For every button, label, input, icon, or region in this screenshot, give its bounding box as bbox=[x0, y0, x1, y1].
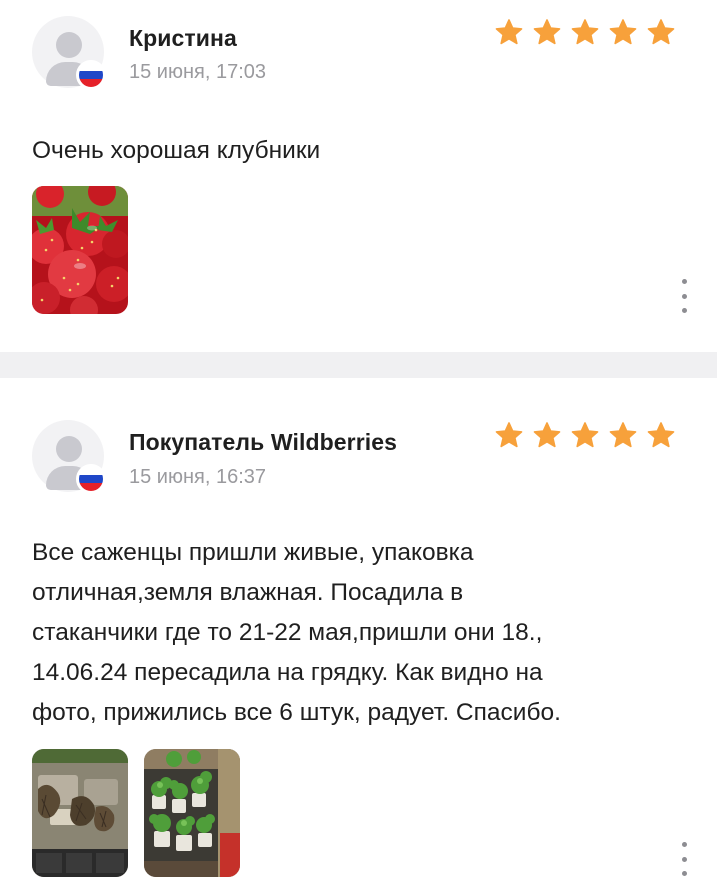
more-vertical-icon-dot bbox=[681, 842, 687, 847]
rating-stars bbox=[493, 17, 677, 49]
star-icon bbox=[569, 420, 601, 452]
review-card: Покупатель Wildberries 15 июня, 16:37 Вс… bbox=[0, 378, 717, 890]
review-text-line: стаканчики где то 21-22 мая,пришли они 1… bbox=[32, 619, 543, 646]
more-vertical-icon-dot bbox=[681, 293, 687, 299]
more-options-button[interactable] bbox=[680, 279, 688, 313]
review-card: Кристина 15 июня, 17:03 Очень хорошая кл… bbox=[0, 0, 717, 352]
more-vertical-icon-dot bbox=[681, 279, 687, 284]
star-icon bbox=[645, 420, 677, 452]
more-options-button[interactable] bbox=[680, 842, 688, 876]
review-date: 15 июня, 16:37 bbox=[129, 466, 267, 488]
review-author[interactable]: Покупатель Wildberries bbox=[129, 429, 397, 456]
review-author[interactable]: Кристина bbox=[129, 25, 237, 52]
review-text: Все саженцы пришли живые, упаковка отлич… bbox=[32, 533, 682, 733]
more-vertical-icon-dot bbox=[681, 308, 687, 313]
seedlings-cups-photo[interactable] bbox=[144, 749, 240, 877]
star-icon bbox=[493, 17, 525, 49]
avatar-head bbox=[56, 436, 82, 462]
star-icon bbox=[531, 420, 563, 452]
user-avatar-icon[interactable] bbox=[32, 16, 106, 90]
review-divider bbox=[0, 352, 717, 378]
user-avatar-icon[interactable] bbox=[32, 420, 106, 494]
review-text-line: отличная,земля влажная. Посадила в bbox=[32, 579, 464, 606]
review-text-line: 14.06.24 пересадила на грядку. Как видно… bbox=[32, 659, 543, 686]
star-icon bbox=[569, 17, 601, 49]
star-icon bbox=[607, 17, 639, 49]
seedlings-tray-photo[interactable] bbox=[32, 749, 128, 877]
review-text-line: фото, прижились все 6 штук, радует. Спас… bbox=[32, 699, 561, 726]
star-icon bbox=[493, 420, 525, 452]
strawberry-photo[interactable] bbox=[32, 186, 128, 314]
review-text-line: Все саженцы пришли живые, упаковка bbox=[32, 539, 474, 566]
rating-stars bbox=[493, 420, 677, 452]
review-date: 15 июня, 17:03 bbox=[129, 61, 267, 83]
avatar-head bbox=[56, 32, 82, 58]
star-icon bbox=[645, 17, 677, 49]
more-vertical-icon-dot bbox=[681, 871, 687, 876]
more-vertical-icon-dot bbox=[681, 856, 687, 862]
russia-flag-icon bbox=[76, 464, 106, 494]
russia-flag-icon bbox=[76, 60, 106, 90]
review-text: Очень хорошая клубники bbox=[32, 137, 321, 164]
star-icon bbox=[531, 17, 563, 49]
star-icon bbox=[607, 420, 639, 452]
